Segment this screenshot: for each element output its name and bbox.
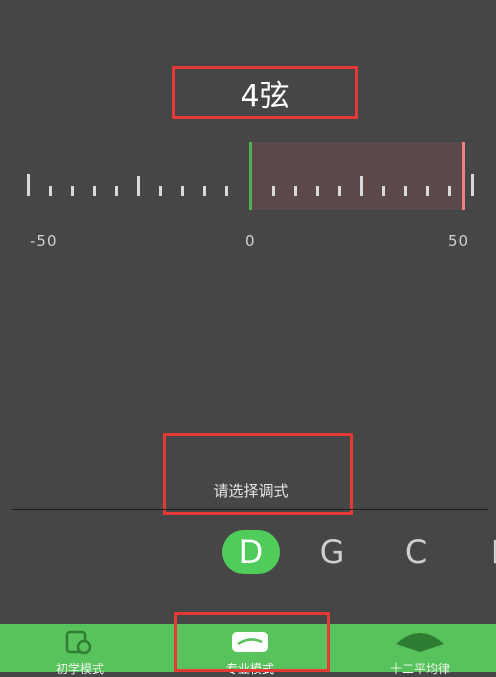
note-selector: D G C F [0,520,496,584]
scale-label-max: 50 [448,232,470,250]
note-option-c[interactable]: C [396,530,436,574]
nav-label-equal-temperament: 十二平均律 [389,662,450,676]
note-option-f[interactable]: F [480,530,496,574]
scale-label-center: 0 [245,232,256,250]
note-option-g[interactable]: G [312,530,352,574]
scale-tick [71,186,74,196]
pitch-indicator-line [462,142,465,210]
scale-tick [225,186,228,196]
scale-tick [115,186,118,196]
pro-mode-highlight [174,612,330,672]
scale-label-min: -50 [30,232,58,250]
scale-tick [448,186,451,196]
scale-tick [181,186,184,196]
tuner-gauge: -50 0 50 [0,0,496,260]
note-option-d[interactable]: D [222,530,280,574]
nav-label-beginner: 初学模式 [55,662,104,676]
scale-tick [93,186,96,196]
scale-tick [294,186,297,196]
scale-tick [137,176,140,196]
scale-tick [426,186,429,196]
scale-tick [360,176,363,196]
scale-tick [272,186,275,196]
scale-tick [338,186,341,196]
scale-tick [49,186,52,196]
center-indicator-line [249,142,252,210]
scale-tick [471,174,474,196]
scale-tick [27,174,30,196]
scale-tick [159,186,162,196]
scale-tick [404,186,407,196]
tuning-range-zone [251,142,463,210]
beginner-mode-icon [64,630,94,660]
divider [12,509,488,510]
nav-item-equal-temperament[interactable]: 十二平均律 [340,624,496,676]
nav-item-beginner[interactable]: 初学模式 [0,624,160,676]
equal-temperament-icon [392,628,448,658]
tuning-prompt-highlight [163,433,353,515]
scale-tick [382,186,385,196]
scale-tick [316,186,319,196]
scale-tick [203,186,206,196]
